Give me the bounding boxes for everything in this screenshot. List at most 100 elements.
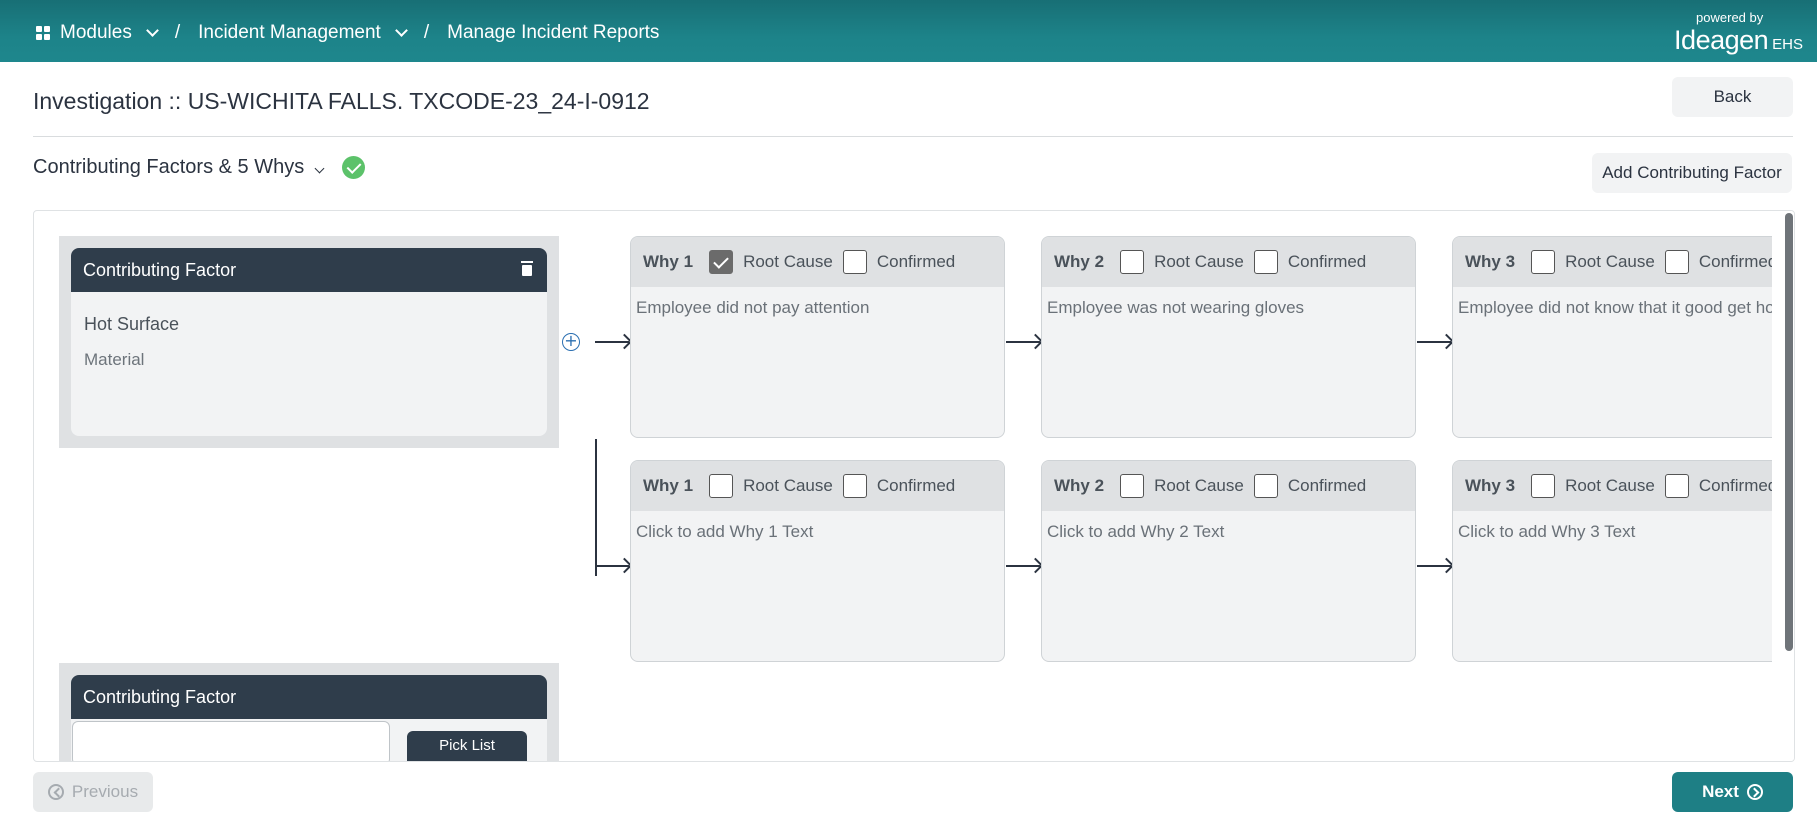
confirmed-checkbox[interactable]	[842, 474, 867, 498]
chevron-down-icon	[145, 24, 159, 37]
why-text[interactable]: Employee did not pay attention	[631, 287, 1004, 329]
contributing-factor-header: Contributing Factor	[71, 675, 547, 719]
why-text[interactable]: Employee was not wearing gloves	[1042, 287, 1415, 329]
breadcrumb-modules[interactable]: Modules	[36, 22, 159, 44]
arrow-right-icon	[1417, 341, 1451, 343]
root-cause-label: Root Cause	[1154, 476, 1244, 495]
breadcrumb-separator: /	[174, 22, 181, 43]
root-cause-checkbox[interactable]	[709, 474, 734, 498]
confirmed-checkbox[interactable]	[1253, 250, 1278, 274]
contributing-factor-block: Contributing Factor Pick List	[59, 663, 559, 761]
arrow-right-icon	[595, 341, 629, 343]
ideagen-logo: Ideagen	[1674, 25, 1769, 55]
scrollbar[interactable]	[1784, 211, 1794, 761]
confirmed-checkbox[interactable]	[842, 250, 867, 274]
confirmed-label: Confirmed	[876, 252, 956, 271]
next-label: Next	[1702, 782, 1739, 801]
contributing-factor-category: Material	[84, 350, 145, 369]
why-card[interactable]: Why 1 Root Cause Confirmed Employee did …	[630, 236, 1005, 438]
five-whys-canvas: Contributing Factor Hot Surface Material…	[33, 210, 1795, 762]
arrow-left-circle-icon	[47, 784, 64, 800]
confirmed-label: Confirmed	[1287, 476, 1367, 495]
previous-button[interactable]: Previous	[33, 772, 153, 812]
arrow-right-icon	[1417, 565, 1451, 567]
back-button[interactable]: Back	[1672, 77, 1793, 117]
root-cause-label: Root Cause	[743, 252, 833, 271]
root-cause-checkbox[interactable]	[1531, 474, 1556, 498]
confirmed-label: Confirmed	[1698, 252, 1772, 271]
check-circle-icon	[342, 156, 365, 179]
why-card[interactable]: Why 3 Root Cause Confirmed Click to add …	[1452, 460, 1772, 662]
chevron-down-icon	[314, 163, 325, 174]
why-card[interactable]: Why 3 Root Cause Confirmed Employee did …	[1452, 236, 1772, 438]
breadcrumb-modules-label: Modules	[60, 22, 132, 43]
breadcrumb-manage-incident-reports[interactable]: Manage Incident Reports	[447, 22, 659, 44]
root-cause-checkbox[interactable]	[1531, 250, 1556, 274]
trash-icon[interactable]	[519, 261, 535, 279]
contributing-factor-card[interactable]: Contributing Factor Hot Surface Material	[71, 248, 547, 436]
section-title-toggle[interactable]: Contributing Factors & 5 Whys	[33, 156, 325, 179]
modules-grid-icon	[36, 26, 50, 40]
why-card-header: Why 2 Root Cause Confirmed	[1042, 461, 1415, 511]
add-contributing-factor-button[interactable]: Add Contributing Factor	[1592, 153, 1792, 193]
why-text[interactable]: Click to add Why 2 Text	[1042, 511, 1415, 553]
confirmed-checkbox[interactable]	[1664, 250, 1689, 274]
root-cause-label: Root Cause	[1154, 252, 1244, 271]
why-card-header: Why 3 Root Cause Confirmed	[1453, 461, 1772, 511]
breadcrumb-separator: /	[423, 22, 430, 43]
confirmed-checkbox[interactable]	[1664, 474, 1689, 498]
why-label: Why 2	[1054, 476, 1105, 495]
contributing-factor-header: Contributing Factor	[71, 248, 547, 292]
root-cause-checkbox[interactable]	[1120, 250, 1145, 274]
confirmed-checkbox[interactable]	[1253, 474, 1278, 498]
root-cause-label: Root Cause	[1565, 252, 1655, 271]
root-cause-checkbox[interactable]	[1120, 474, 1145, 498]
why-label: Why 2	[1054, 252, 1105, 271]
breadcrumb-incident-management-label: Incident Management	[198, 22, 381, 43]
why-card[interactable]: Why 1 Root Cause Confirmed Click to add …	[630, 460, 1005, 662]
root-cause-label: Root Cause	[743, 476, 833, 495]
contributing-factor-name: Hot Surface	[84, 314, 180, 334]
root-cause-checkbox[interactable]	[709, 250, 734, 274]
why-text[interactable]: Click to add Why 3 Text	[1453, 511, 1772, 553]
why-card-header: Why 1 Root Cause Confirmed	[631, 461, 1004, 511]
why-card-header: Why 3 Root Cause Confirmed	[1453, 237, 1772, 287]
breadcrumb-incident-management[interactable]: Incident Management	[198, 22, 408, 44]
contributing-factor-block: Contributing Factor Hot Surface Material	[59, 236, 559, 448]
ehs-label: EHS	[1772, 36, 1803, 53]
divider	[33, 136, 1793, 137]
contributing-factor-title: Contributing Factor	[83, 686, 237, 707]
branch-connector	[595, 439, 597, 576]
arrow-right-icon	[1006, 341, 1040, 343]
why-text[interactable]: Employee did not know that it good get h…	[1453, 287, 1772, 329]
powered-by-label: powered by	[1696, 10, 1764, 25]
confirmed-label: Confirmed	[1698, 476, 1772, 495]
page-title: Investigation :: US-WICHITA FALLS. TXCOD…	[33, 88, 650, 114]
why-label: Why 3	[1465, 252, 1516, 271]
why-label: Why 1	[643, 252, 694, 271]
arrow-right-circle-icon	[1746, 784, 1763, 800]
confirmed-label: Confirmed	[876, 476, 956, 495]
why-card-header: Why 2 Root Cause Confirmed	[1042, 237, 1415, 287]
why-card[interactable]: Why 2 Root Cause Confirmed Click to add …	[1041, 460, 1416, 662]
top-navigation-bar: Modules / Incident Management / Manage I…	[0, 0, 1817, 62]
arrow-right-icon	[595, 565, 629, 567]
chevron-down-icon	[394, 24, 408, 37]
why-text[interactable]: Click to add Why 1 Text	[631, 511, 1004, 553]
brand-logo: powered by Ideagen EHS	[1674, 10, 1803, 56]
pick-list-button[interactable]: Pick List	[407, 731, 527, 761]
arrow-right-icon	[1006, 565, 1040, 567]
why-card-header: Why 1 Root Cause Confirmed	[631, 237, 1004, 287]
scrollbar-thumb[interactable]	[1785, 213, 1793, 651]
confirmed-label: Confirmed	[1287, 252, 1367, 271]
contributing-factor-title: Contributing Factor	[83, 259, 237, 280]
previous-label: Previous	[71, 782, 139, 801]
root-cause-label: Root Cause	[1565, 476, 1655, 495]
why-card[interactable]: Why 2 Root Cause Confirmed Employee was …	[1041, 236, 1416, 438]
contributing-factor-body: Hot Surface Material	[71, 292, 547, 436]
add-why-chain-icon[interactable]: +	[562, 333, 580, 351]
next-button[interactable]: Next	[1672, 772, 1793, 812]
why-label: Why 1	[643, 476, 694, 495]
breadcrumb: Modules / Incident Management / Manage I…	[36, 0, 659, 66]
contributing-factor-search-input[interactable]	[72, 721, 390, 761]
